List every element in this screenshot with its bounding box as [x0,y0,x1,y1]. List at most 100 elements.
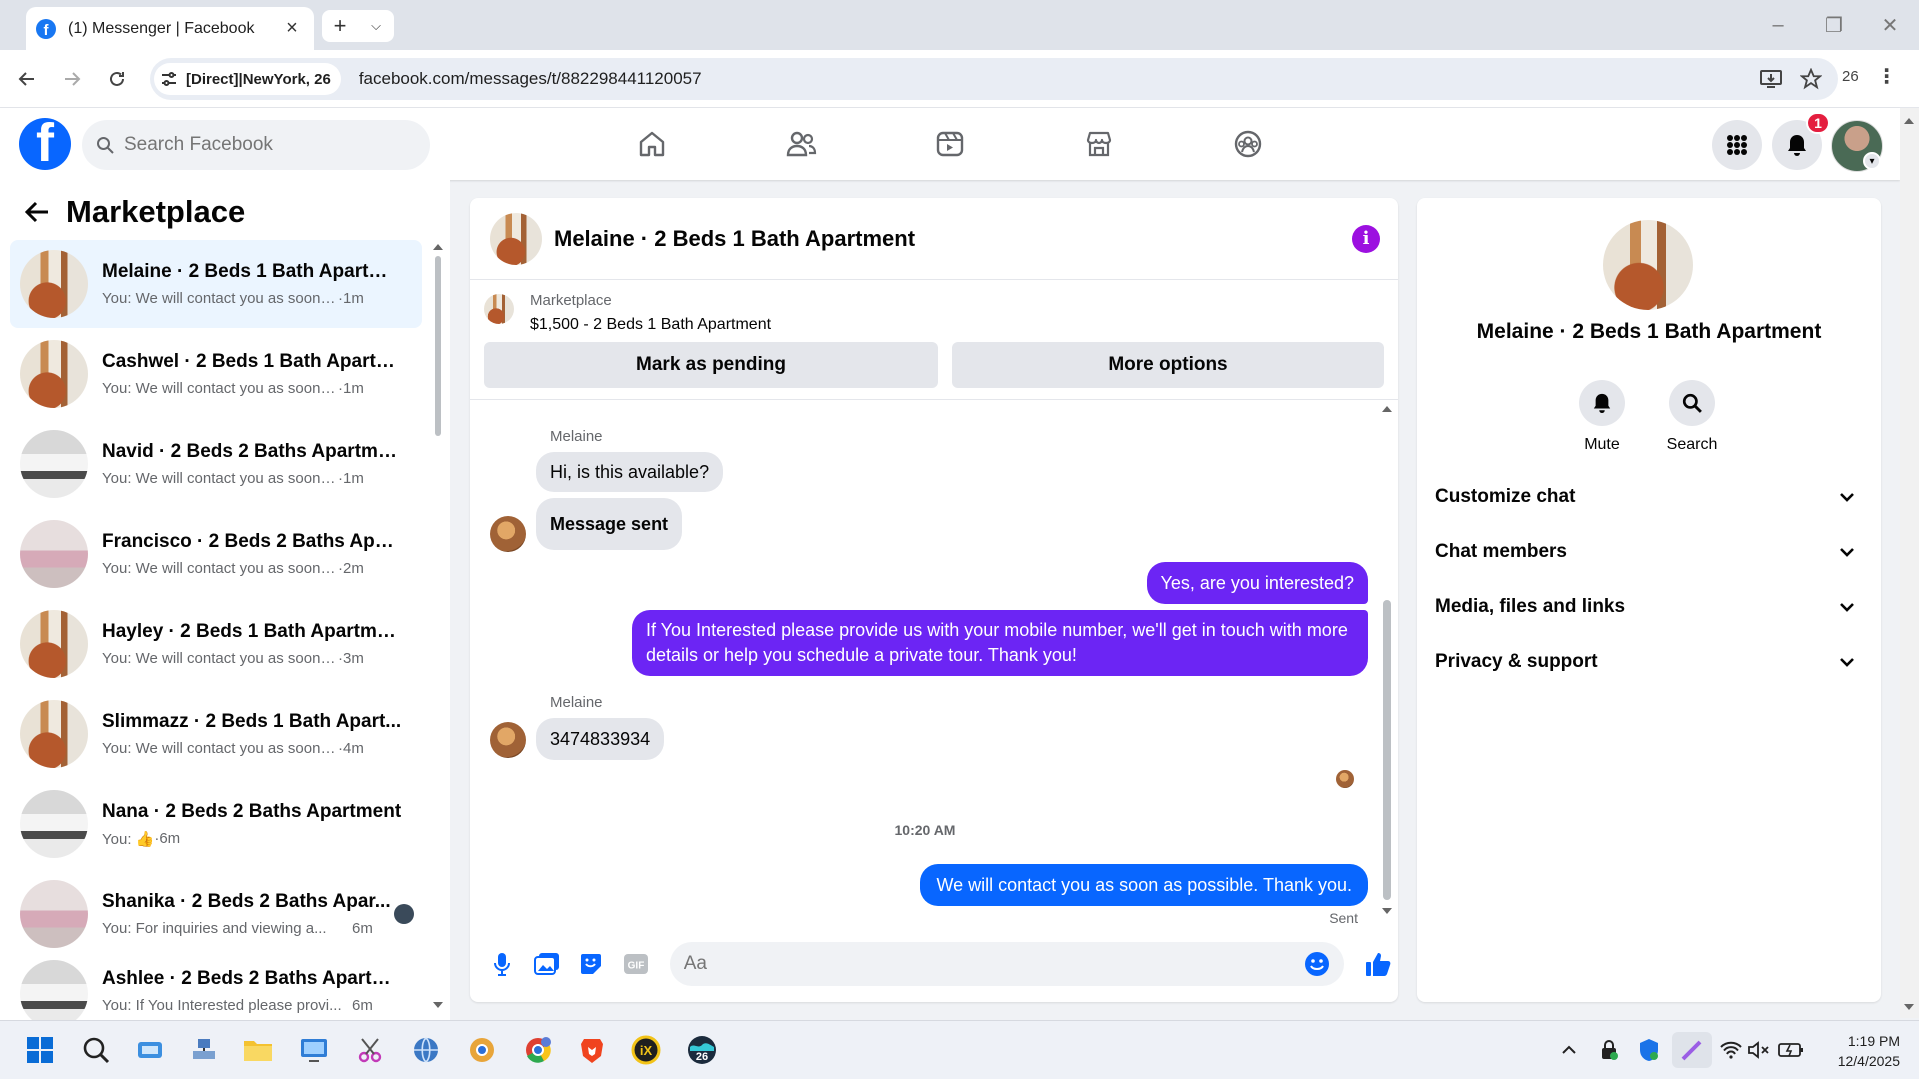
chrome-icon[interactable] [520,1032,556,1068]
sender-avatar[interactable] [490,722,526,758]
thumbs-up-icon[interactable] [1358,944,1398,984]
home-icon [639,131,665,157]
snipping-tool-icon[interactable] [352,1032,388,1068]
minimize-button[interactable]: – [1758,10,1798,40]
chat-scrollbar[interactable] [1380,400,1394,920]
conversation-preview: You: We will contact you as soon a... [102,290,338,307]
chat-title[interactable]: Melaine · 2 Beds 1 Bath Apartment [554,226,1352,252]
conversation-item[interactable]: Shanika · 2 Beds 2 Baths Apar... You: For… [10,870,422,958]
contact-avatar[interactable] [1603,220,1693,310]
chevron-down-icon [1840,658,1854,667]
wifi-icon[interactable] [1716,1032,1746,1068]
new-tab-button[interactable]: + [322,10,358,42]
pen-app-icon[interactable] [1672,1032,1712,1068]
profile-26-icon[interactable]: 26 [684,1032,720,1068]
close-tab-icon[interactable]: × [282,17,302,39]
message-input[interactable] [683,953,1305,975]
install-app-icon[interactable] [1754,62,1788,96]
sticker-icon[interactable] [571,944,611,984]
conversation-name: Ashlee · 2 Beds 2 Baths Apartme... [102,968,402,989]
conversation-item[interactable]: Slimmazz · 2 Beds 1 Bath Apart... You: We… [10,690,422,778]
conversation-item[interactable]: Ashlee · 2 Beds 2 Baths Apartme... You: I… [10,960,422,1020]
conversation-thumbnail [20,880,88,948]
system-clock[interactable]: 1:19 PM 12/4/2025 [1810,1031,1900,1071]
menu-kebab-icon[interactable]: ⋮ [1877,64,1897,89]
conversation-item[interactable]: Francisco · 2 Beds 2 Baths Apart... You: … [10,510,422,598]
back-button[interactable] [10,62,44,96]
mark-as-pending-button[interactable]: Mark as pending [484,342,938,388]
mute-action[interactable]: Mute [1562,380,1642,454]
nav-home[interactable] [597,108,707,180]
message-input-box[interactable] [669,942,1345,986]
photo-icon[interactable] [527,944,567,984]
clock-time: 1:19 PM [1847,1033,1900,1049]
profile-badge[interactable]: 26 [1842,68,1859,85]
page-scrollbar[interactable] [1900,108,1919,1018]
site-info-chip[interactable]: [Direct]|NewYork, 26 [154,63,341,95]
conversation-list-scrollbar[interactable] [432,238,444,1014]
file-explorer-icon[interactable] [240,1032,276,1068]
close-window-button[interactable]: ✕ [1870,10,1910,40]
conversation-time: 6m [352,997,373,1014]
remote-desktop-icon[interactable] [296,1032,332,1068]
ixbrowser-icon[interactable]: iX [628,1032,664,1068]
more-options-button[interactable]: More options [952,342,1384,388]
sender-avatar[interactable] [490,516,526,552]
globe-browser-icon[interactable] [408,1032,444,1068]
outgoing-message[interactable]: We will contact you as soon as possible.… [920,864,1368,906]
facebook-logo-icon[interactable]: f [19,118,71,170]
nav-video[interactable] [895,108,1005,180]
conversation-item[interactable]: Nana · 2 Beds 2 Baths Apartment You: 👍 ·6m [10,780,422,868]
brave-icon[interactable] [574,1032,610,1068]
conversation-item[interactable]: Cashwel · 2 Beds 1 Bath Apartm... You: We… [10,330,422,418]
microphone-icon[interactable] [482,944,522,984]
url-text[interactable]: facebook.com/messages/t/882298441120057 [359,69,1748,89]
facebook-search-input[interactable] [124,134,404,156]
outgoing-message[interactable]: If You Interested please provide us with… [632,610,1368,676]
chat-avatar[interactable] [490,212,542,265]
chrome-canary-icon[interactable] [464,1032,500,1068]
widgets-icon[interactable] [132,1032,168,1068]
address-bar[interactable]: [Direct]|NewYork, 26 facebook.com/messag… [150,58,1838,100]
nav-groups[interactable] [1193,108,1303,180]
incoming-message[interactable]: Message sent [536,498,683,550]
windows-start-icon[interactable] [22,1032,58,1068]
browser-tab[interactable]: f (1) Messenger | Facebook × [26,7,314,50]
nav-friends[interactable] [746,108,856,180]
info-icon[interactable]: i [1352,224,1380,253]
conversation-item[interactable]: Navid · 2 Beds 2 Baths Apartment You: We … [10,420,422,508]
volume-muted-icon[interactable] [1744,1032,1774,1068]
conversation-name: Nana · 2 Beds 2 Baths Apartment [102,800,402,822]
network-app-icon[interactable] [186,1032,222,1068]
chat-members-row[interactable]: Chat members [1435,527,1863,577]
security-shield-icon[interactable] [1634,1032,1664,1068]
customize-chat-row[interactable]: Customize chat [1435,472,1863,522]
battery-icon[interactable] [1776,1032,1806,1068]
chevron-down-icon[interactable]: ▾ [1863,152,1881,170]
emoji-icon[interactable] [1304,951,1330,977]
restore-button[interactable]: ❐ [1814,10,1854,40]
outgoing-message[interactable]: Yes, are you interested? [1146,562,1368,604]
privacy-support-row[interactable]: Privacy & support [1435,637,1863,687]
conversation-item[interactable]: Melaine · 2 Beds 1 Bath Apartme... You: W… [10,240,422,328]
conversation-thumbnail [20,960,88,1020]
menu-grid-button[interactable] [1712,120,1762,170]
facebook-search[interactable] [82,120,430,170]
listing-thumbnail[interactable] [484,294,514,324]
listing-title[interactable]: $1,500 - 2 Beds 1 Bath Apartment [530,316,771,334]
tab-list-button[interactable]: ⌵ [358,10,394,42]
show-hidden-icons-chevron-icon[interactable] [1554,1032,1584,1068]
reload-button[interactable] [100,62,134,96]
forward-button[interactable] [55,62,89,96]
search-action[interactable]: Search [1652,380,1732,454]
incoming-message[interactable]: Hi, is this available? [536,452,724,492]
back-arrow-icon[interactable] [24,200,50,224]
media-files-links-row[interactable]: Media, files and links [1435,582,1863,632]
bookmark-star-icon[interactable] [1794,62,1828,96]
conversation-item[interactable]: Hayley · 2 Beds 1 Bath Apartment You: We … [10,600,422,688]
nav-marketplace[interactable] [1044,108,1154,180]
search-icon[interactable] [78,1032,114,1068]
vpn-lock-icon[interactable] [1594,1032,1624,1068]
incoming-message[interactable]: 3474833934 [536,718,665,760]
gif-icon[interactable]: GIF [616,944,656,984]
